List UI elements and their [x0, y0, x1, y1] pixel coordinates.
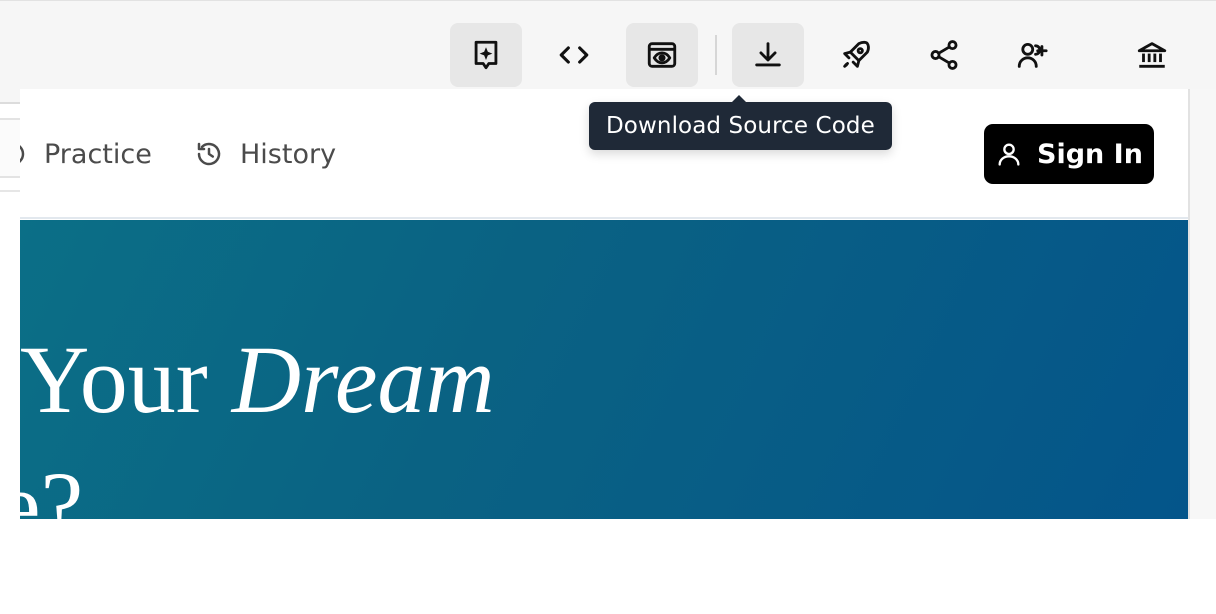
sparkle-message-icon	[474, 40, 498, 70]
share-button[interactable]	[908, 23, 980, 87]
practice-icon	[20, 145, 25, 163]
hero-heading-italic: Dream	[231, 326, 495, 433]
bank-icon	[1137, 42, 1167, 68]
hero-heading-plain: Your	[20, 326, 232, 433]
eye-window-icon	[647, 42, 677, 68]
code-view-button[interactable]	[538, 23, 610, 87]
preview-scrollbar[interactable]	[1188, 89, 1216, 519]
user-icon	[998, 143, 1020, 166]
preview-button[interactable]	[626, 23, 698, 87]
website-preview: Practice History Sign In Your Dream ?	[20, 89, 1188, 519]
nav-item-practice[interactable]: Practice	[20, 134, 152, 174]
download-tooltip: Download Source Code	[589, 102, 892, 150]
hero-heading-line-1: Your Dream	[20, 332, 495, 428]
rocket-icon	[843, 40, 870, 68]
download-button[interactable]	[732, 23, 804, 87]
download-icon	[755, 42, 781, 67]
user-plus-icon	[1017, 42, 1048, 68]
nav-item-history[interactable]: History	[194, 134, 336, 174]
code-brackets-icon	[559, 46, 589, 64]
history-icon	[197, 142, 221, 166]
hero-section: Your Dream e?	[20, 220, 1188, 519]
toolbar-divider	[715, 35, 717, 75]
bank-button[interactable]	[1116, 23, 1188, 87]
nav-item-label: Practice	[44, 138, 152, 170]
invite-user-button[interactable]	[996, 23, 1068, 87]
hero-heading-line-2: e?	[20, 452, 84, 520]
ai-edit-button[interactable]	[450, 23, 522, 87]
app-root: Practice History Sign In Your Dream ? Do…	[0, 0, 1216, 614]
sign-in-label: Sign In	[1037, 138, 1143, 170]
nav-item-label: History	[240, 138, 337, 170]
share-icon	[930, 40, 958, 70]
deploy-button[interactable]	[820, 23, 892, 87]
sign-in-button[interactable]: Sign In	[984, 124, 1154, 184]
